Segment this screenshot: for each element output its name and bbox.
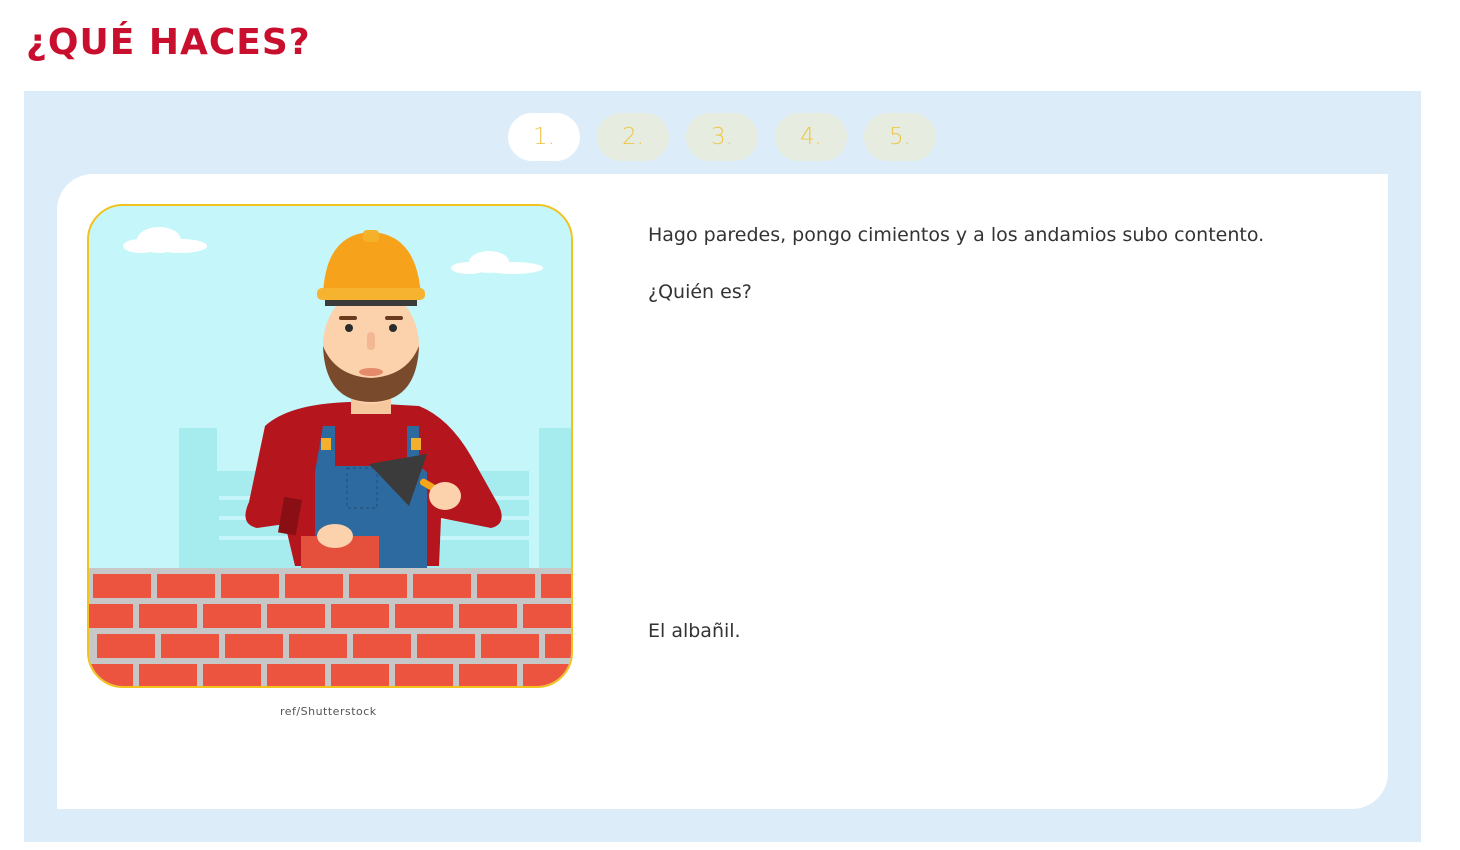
riddle-text: Hago paredes, pongo cimientos y a los an… (648, 224, 1265, 246)
image-credit: ref/Shutterstock (280, 705, 377, 718)
riddle-panel: 1. 2. 3. 4. 5. ref/Shutterstock Hago par… (24, 91, 1421, 842)
riddle-card: ref/Shutterstock Hago paredes, pongo cim… (57, 174, 1388, 809)
bricklayer-image (89, 206, 571, 686)
page-title: ¿QUÉ HACES? (26, 22, 311, 63)
tab-2[interactable]: 2. (597, 113, 669, 161)
riddle-question: ¿Quién es? (648, 281, 752, 303)
tab-5[interactable]: 5. (864, 113, 936, 161)
tab-1[interactable]: 1. (508, 113, 580, 161)
tab-4[interactable]: 4. (775, 113, 847, 161)
tab-3[interactable]: 3. (686, 113, 758, 161)
bricklayer-illustration (87, 204, 573, 688)
riddle-answer: El albañil. (648, 620, 741, 642)
riddle-tabs: 1. 2. 3. 4. 5. (508, 113, 936, 161)
